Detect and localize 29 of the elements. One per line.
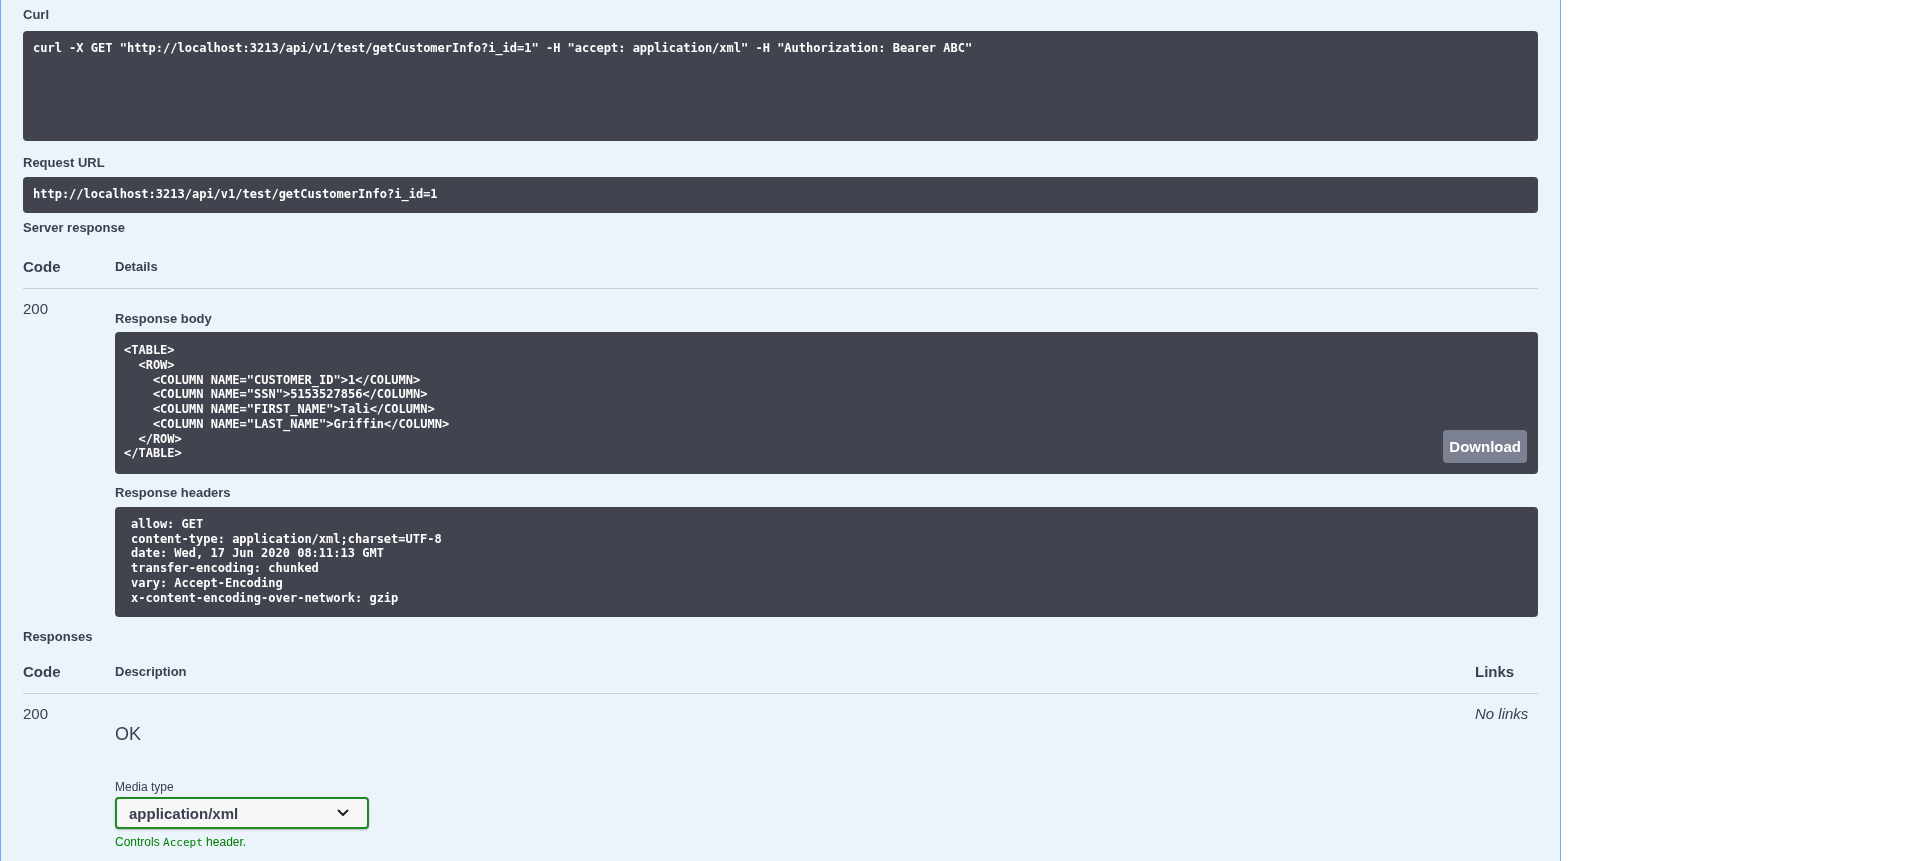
media-type-select[interactable]: application/xml [115,797,369,829]
response-body-code: <TABLE> <ROW> <COLUMN NAME="CUSTOMER_ID">1</COLUMN> <COLUMN NAME="SSN">5153527856</COLUMN> <COLUMN NAME="FIRST_NAME">Tali</COLUMN> <COLUMN NAME="LAST_NAME">Griffin</COLUMN> </ROW> </TABLE> [124,343,450,461]
column-header: Links [1475,662,1515,682]
status-code: 200 [23,299,49,319]
section-label: Response body [115,310,212,328]
column-header: Description [115,663,187,681]
section-label: Response headers [115,484,231,502]
response-description: OK [115,723,141,746]
media-type-label: Media type [115,779,174,795]
section-label: Request URL [23,154,105,172]
response-header-line: content-type: application/xml;charset=UTF-8 [131,531,442,547]
media-type-hint: Controls Accept header. [115,834,247,851]
section-label: Server response [23,219,125,237]
chevron-down-icon [337,809,349,817]
response-header-line: x-content-encoding-over-network: gzip [131,590,399,606]
column-header: Code [23,257,61,277]
request-url-block: http://localhost:3213/api/v1/test/getCustomerInfo?i_id=1 [23,177,1538,213]
response-header-line: vary: Accept-Encoding [131,575,283,591]
column-header: Code [23,662,61,682]
response-header-line: transfer-encoding: chunked [131,561,319,576]
response-header-line: allow: GET [131,517,204,532]
column-header: Details [115,258,158,276]
section-label: Responses [23,628,93,646]
section-label: Curl [23,6,49,24]
curl-command-block: curl -X GET "http://localhost:3213/api/v1/test/getCustomerInfo?i_id=1" -H "accept: application/xml" -H "Authorization: Bearer ABC" [23,31,1538,141]
links-cell: No links [1475,704,1529,724]
response-header-line: date: Wed, 17 Jun 2020 08:11:13 GMT [131,546,384,562]
status-code: 200 [23,704,49,724]
download-button[interactable]: Download [1443,430,1527,463]
